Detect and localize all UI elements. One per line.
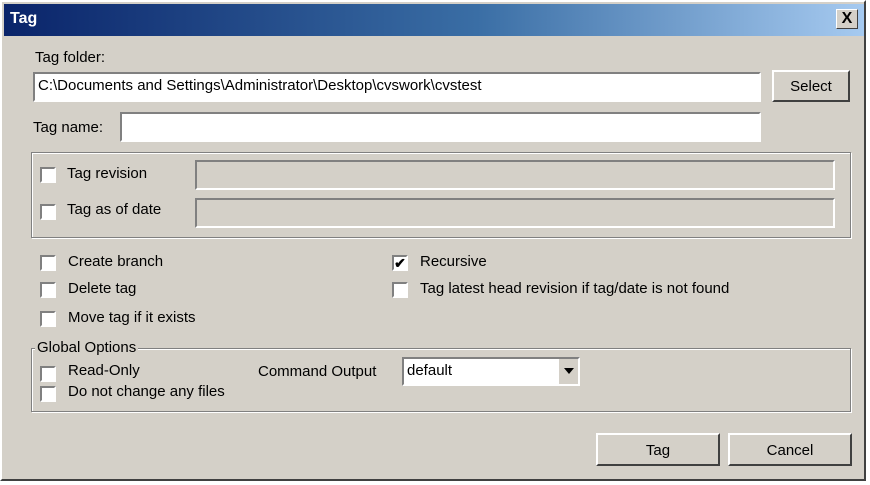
read-only-checkbox[interactable]: [40, 366, 56, 382]
tag-name-label: Tag name:: [33, 119, 104, 136]
recursive-checkbox[interactable]: ✔: [392, 255, 408, 271]
delete-tag-checkbox[interactable]: [40, 282, 56, 298]
cancel-button[interactable]: Cancel: [728, 433, 852, 466]
command-output-label: Command Output: [258, 363, 377, 380]
tag-as-of-date-label: Tag as of date: [67, 201, 162, 218]
title-bar[interactable]: Tag X: [4, 4, 864, 36]
tag-folder-label: Tag folder:: [35, 49, 106, 66]
tag-button-label: Tag: [645, 442, 671, 459]
chevron-down-icon[interactable]: [558, 359, 578, 384]
tag-revision-field[interactable]: [195, 160, 835, 190]
no-change-files-checkbox[interactable]: [40, 386, 56, 402]
checkmark-icon: ✔: [394, 255, 406, 271]
tag-latest-head-checkbox[interactable]: [392, 282, 408, 298]
tag-as-of-date-checkbox[interactable]: [40, 204, 56, 220]
select-button-label: Select: [790, 78, 832, 95]
close-button[interactable]: X: [836, 9, 858, 29]
command-output-select[interactable]: default: [402, 357, 580, 386]
tag-latest-head-label: Tag latest head revision if tag/date is …: [420, 280, 730, 297]
close-icon: X: [841, 10, 853, 27]
move-tag-label: Move tag if it exists: [68, 309, 196, 326]
delete-tag-label: Delete tag: [68, 280, 137, 297]
global-options-legend: Global Options: [35, 339, 139, 356]
tag-button[interactable]: Tag: [596, 433, 720, 466]
create-branch-checkbox[interactable]: [40, 255, 56, 271]
tag-as-of-date-field[interactable]: [195, 198, 835, 228]
tag-revision-checkbox[interactable]: [40, 167, 56, 183]
select-button[interactable]: Select: [772, 70, 850, 102]
read-only-label: Read-Only: [68, 362, 140, 379]
cancel-button-label: Cancel: [766, 442, 814, 459]
command-output-value: default: [407, 362, 453, 379]
tag-name-input[interactable]: [120, 112, 761, 142]
tag-dialog: Tag X Tag folder: C:\Documents and Setti…: [0, 0, 866, 481]
window-title: Tag: [10, 10, 38, 27]
create-branch-label: Create branch: [68, 253, 164, 270]
tag-folder-value: C:\Documents and Settings\Administrator\…: [38, 77, 482, 94]
tag-revision-label: Tag revision: [67, 165, 148, 182]
recursive-label: Recursive: [420, 253, 487, 270]
move-tag-checkbox[interactable]: [40, 311, 56, 327]
tag-folder-field[interactable]: C:\Documents and Settings\Administrator\…: [33, 72, 761, 102]
no-change-files-label: Do not change any files: [68, 383, 225, 400]
